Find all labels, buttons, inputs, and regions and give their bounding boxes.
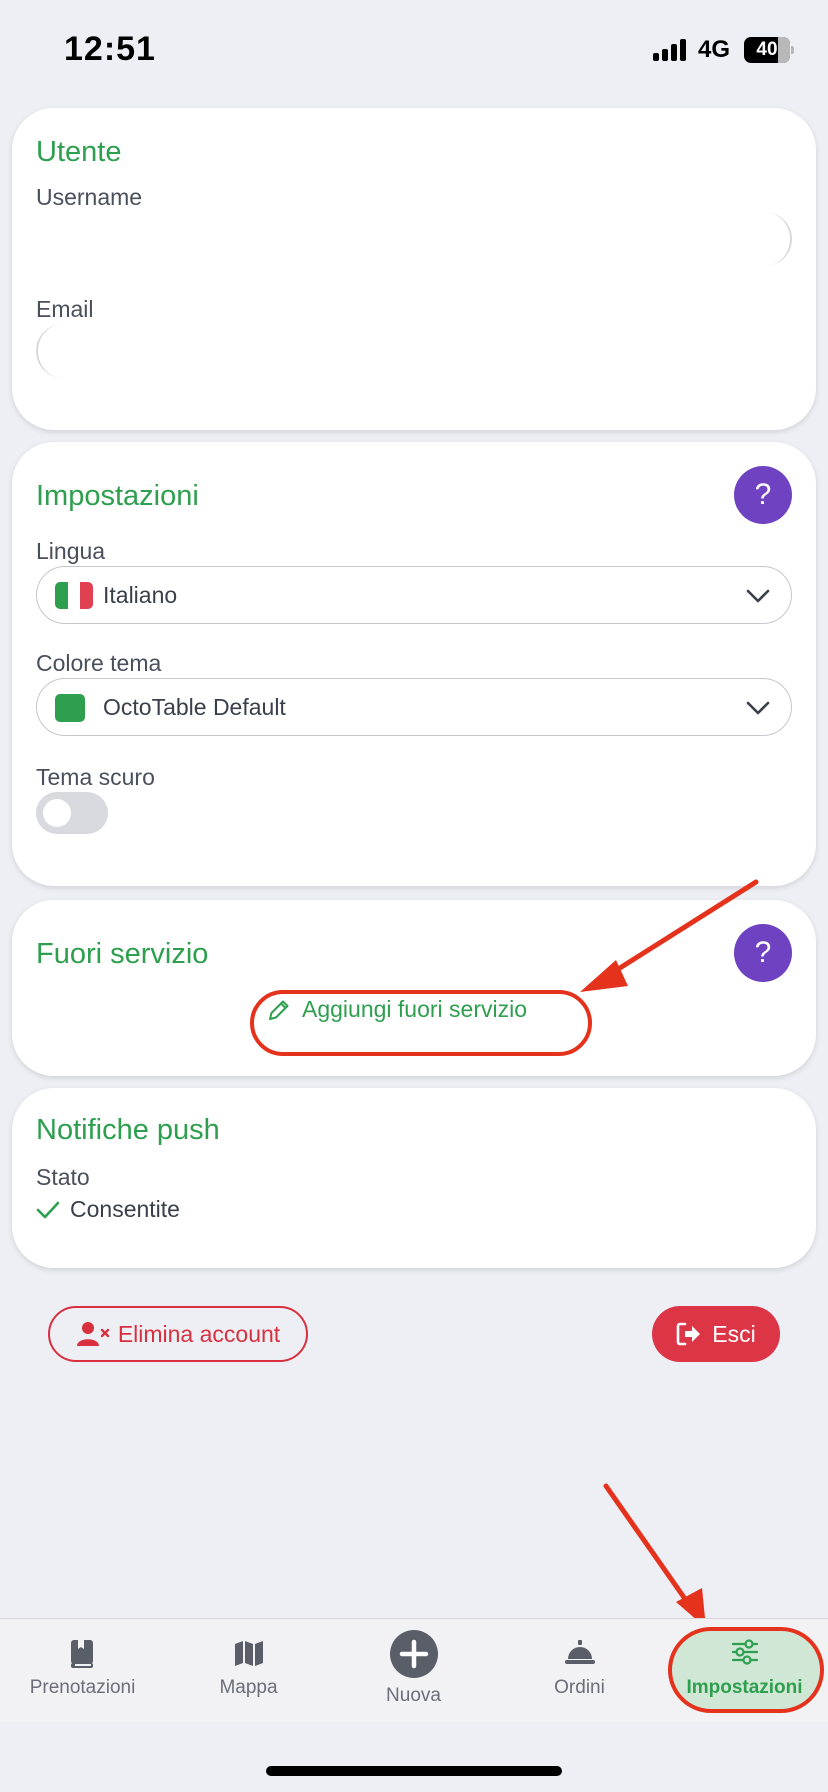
tab-nuova[interactable]: Nuova [331, 1619, 496, 1723]
tab-label: Mappa [219, 1677, 278, 1698]
sliders-icon [731, 1639, 758, 1665]
map-icon [234, 1641, 263, 1666]
tab-label: Impostazioni [686, 1677, 803, 1698]
tab-label: Prenotazioni [29, 1677, 136, 1698]
book-icon [70, 1640, 93, 1668]
annotation-arrows [580, 879, 759, 1628]
home-indicator [266, 1766, 562, 1776]
tab-label: Nuova [386, 1685, 441, 1706]
service-bell-icon [564, 1640, 595, 1664]
tab-ordini[interactable]: Ordini [497, 1619, 662, 1723]
tab-bar: Prenotazioni Mappa Nuova Ordini Impostaz… [0, 1618, 828, 1722]
tab-prenotazioni[interactable]: Prenotazioni [0, 1619, 165, 1723]
tab-impostazioni[interactable]: Impostazioni [662, 1619, 827, 1723]
tab-mappa[interactable]: Mappa [166, 1619, 331, 1723]
plus-circle-icon [389, 1630, 438, 1678]
tab-label: Ordini [554, 1677, 605, 1698]
